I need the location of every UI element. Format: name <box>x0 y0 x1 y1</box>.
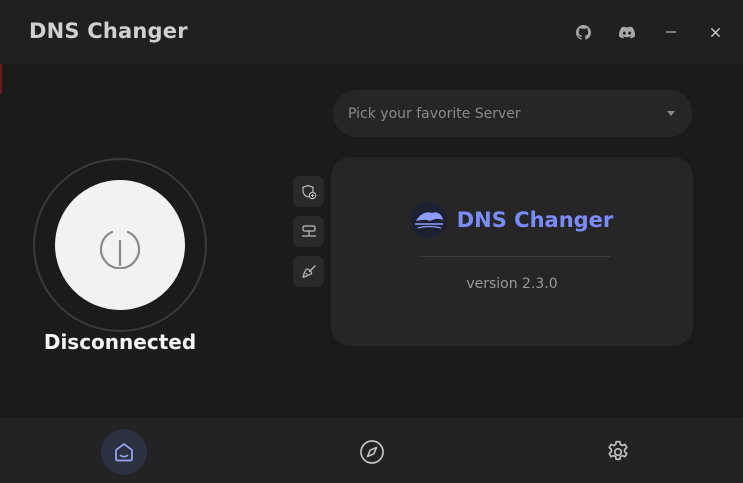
minimize-icon <box>666 31 676 33</box>
app-window: DNS Changer Disconnected Pick your favor… <box>0 0 743 483</box>
close-icon <box>710 27 720 37</box>
network-icon <box>301 224 316 237</box>
app-title: DNS Changer <box>29 19 188 43</box>
shield-plus-icon <box>301 184 316 199</box>
server-select-placeholder: Pick your favorite Server <box>348 105 521 122</box>
github-icon <box>575 24 591 40</box>
nav-home[interactable] <box>101 429 147 475</box>
discord-button[interactable] <box>615 20 639 44</box>
nav-explore[interactable] <box>349 429 395 475</box>
github-button[interactable] <box>571 20 595 44</box>
add-dns-button[interactable] <box>293 176 324 207</box>
broom-icon <box>301 264 316 278</box>
window-edge-accent <box>0 64 2 94</box>
flush-dns-button[interactable] <box>293 256 324 287</box>
about-card: DNS Changer version 2.3.0 <box>331 157 693 346</box>
brand: DNS Changer <box>331 202 693 238</box>
divider <box>421 256 610 257</box>
chevron-down-icon <box>667 111 675 116</box>
settings-icon <box>608 440 628 461</box>
connect-button[interactable] <box>55 180 185 310</box>
version-label: version 2.3.0 <box>466 276 558 292</box>
close-button[interactable] <box>703 20 727 44</box>
home-icon <box>115 443 133 462</box>
minimize-button[interactable] <box>659 20 683 44</box>
bottom-nav <box>0 418 743 483</box>
nav-settings[interactable] <box>595 429 641 475</box>
power-icon <box>99 230 141 269</box>
discord-icon <box>619 26 635 38</box>
network-tool-button[interactable] <box>293 216 324 247</box>
app-logo-icon <box>410 202 447 238</box>
compass-icon <box>360 440 384 464</box>
titlebar[interactable]: DNS Changer <box>0 0 743 64</box>
brand-name: DNS Changer <box>456 208 614 232</box>
server-select[interactable]: Pick your favorite Server <box>333 90 692 137</box>
connection-status: Disconnected <box>43 330 197 354</box>
